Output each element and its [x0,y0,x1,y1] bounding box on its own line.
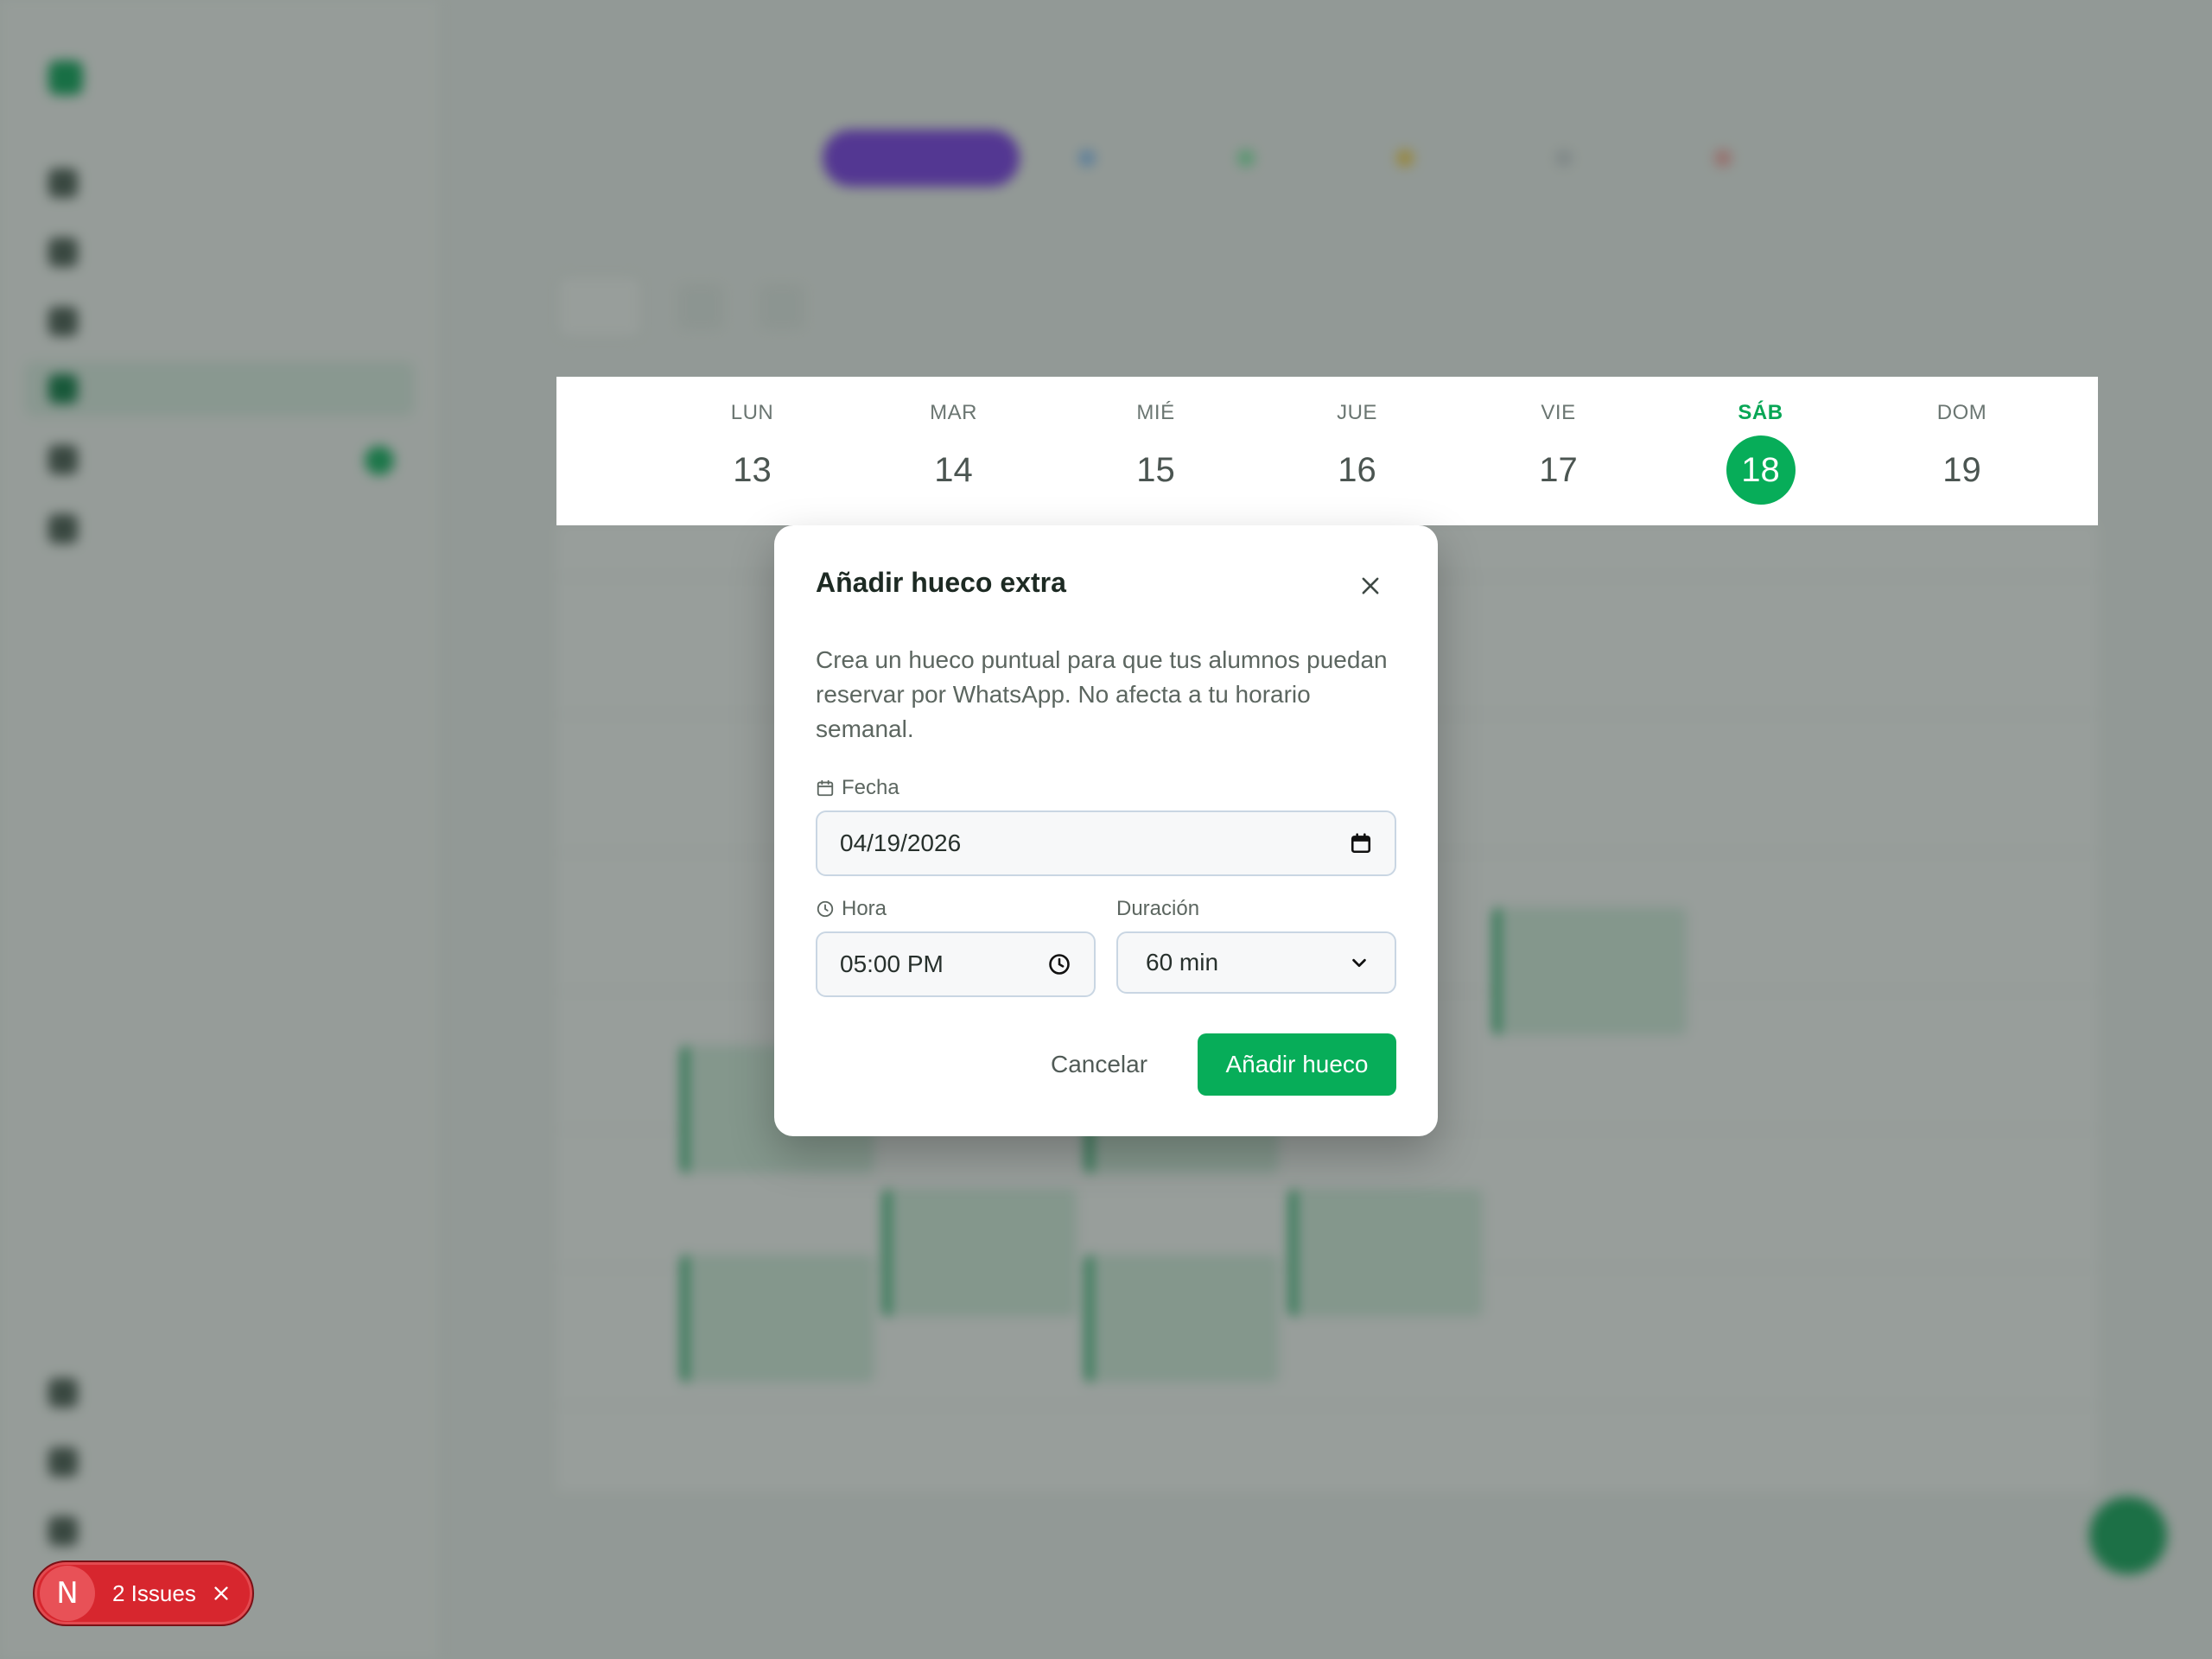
day-name: LUN [730,401,774,424]
day-name: MIÉ [1136,401,1175,424]
chevron-down-icon [1350,953,1369,972]
time-value: 05:00 PM [840,950,944,977]
day-name: VIE [1541,401,1576,424]
time-picker-icon[interactable] [1047,952,1071,976]
day-name: MAR [930,401,977,424]
time-input[interactable]: 05:00 PM [816,931,1096,997]
day-number: 14 [934,451,973,489]
duration-select[interactable]: 60 min [1116,931,1396,994]
time-label-text: Hora [842,897,887,920]
day-name: DOM [1936,401,1987,424]
next-logo-badge[interactable]: N [40,1566,95,1621]
dismiss-issues-button[interactable] [212,1584,231,1603]
day-number: 19 [1942,451,1981,489]
duration-label-text: Duración [1116,897,1200,920]
chevron-glyph [1352,958,1366,968]
calendar-picker-glyph [1351,833,1371,854]
date-label-text: Fecha [842,776,899,799]
close-button[interactable] [1353,569,1388,603]
day-column-header[interactable]: DOM 19 [1861,377,2063,525]
day-column-header[interactable]: JUE 16 [1256,377,1458,525]
date-picker-icon[interactable] [1350,832,1372,855]
close-icon [1362,577,1379,594]
day-column-header[interactable]: LUN 13 [652,377,853,525]
day-column-header[interactable]: MIÉ 15 [1055,377,1256,525]
cancel-button[interactable]: Cancelar [1021,1033,1177,1096]
day-number: 15 [1136,451,1175,489]
time-field-label: Hora [816,897,887,921]
day-column-header[interactable]: MAR 14 [853,377,1054,525]
day-column-header-today[interactable]: SÁB 18 [1660,377,1861,525]
duration-value: 60 min [1146,949,1219,976]
day-number-today: 18 [1726,435,1796,505]
day-name: SÁB [1738,401,1783,424]
day-name: JUE [1337,401,1377,424]
clock-icon [817,900,834,918]
add-slot-button[interactable]: Añadir hueco [1198,1033,1396,1096]
day-number: 16 [1338,451,1376,489]
close-icon [214,1586,228,1600]
day-column-header[interactable]: VIE 17 [1458,377,1659,525]
issues-count-label[interactable]: 2 Issues [112,1580,196,1607]
duration-field-label: Duración [1116,897,1199,921]
clock-picker-glyph [1049,954,1070,975]
date-field-label: Fecha [816,776,899,800]
day-number: 13 [733,451,772,489]
date-value: 04/19/2026 [840,830,962,856]
calendar-icon [817,779,834,797]
modal-title: Añadir hueco extra [816,567,1066,598]
modal-description: Crea un hueco puntual para que tus alumn… [816,646,1388,742]
day-number: 17 [1539,451,1578,489]
add-extra-slot-modal: Añadir hueco extra Crea un hueco puntual… [774,525,1438,1136]
week-header: LUN 13 MAR 14 MIÉ 15 JUE 16 VIE 17 SÁB 1… [556,377,2098,525]
date-input[interactable]: 04/19/2026 [816,810,1396,876]
issues-indicator[interactable]: N 2 Issues [33,1560,254,1626]
